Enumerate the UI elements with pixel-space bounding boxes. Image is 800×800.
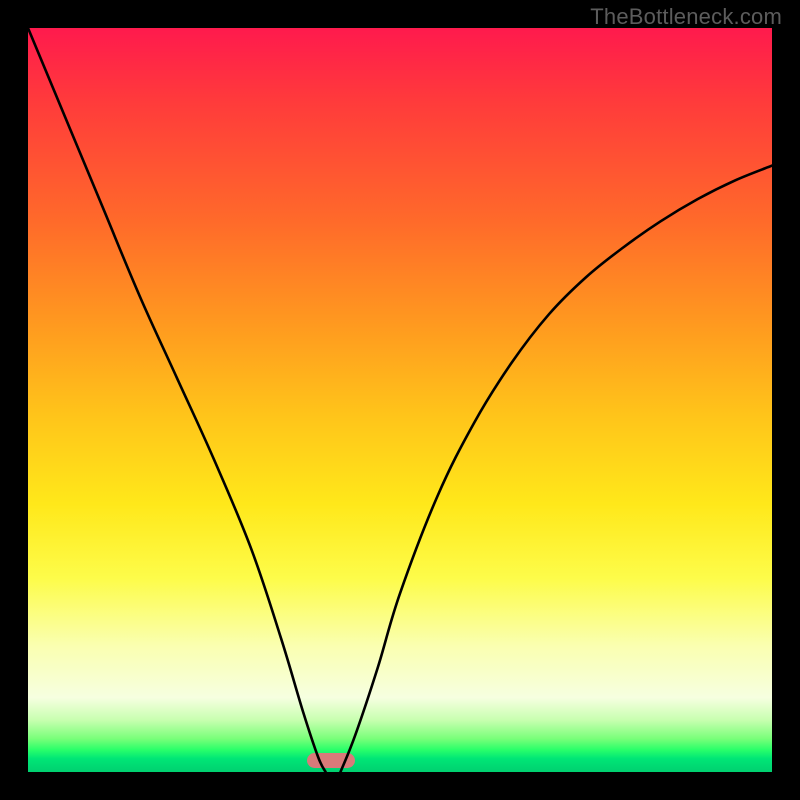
left-curve	[28, 28, 326, 772]
watermark-text: TheBottleneck.com	[590, 4, 782, 30]
chart-frame: TheBottleneck.com	[0, 0, 800, 800]
plot-area	[28, 28, 772, 772]
right-curve	[340, 166, 772, 772]
curve-layer	[28, 28, 772, 772]
